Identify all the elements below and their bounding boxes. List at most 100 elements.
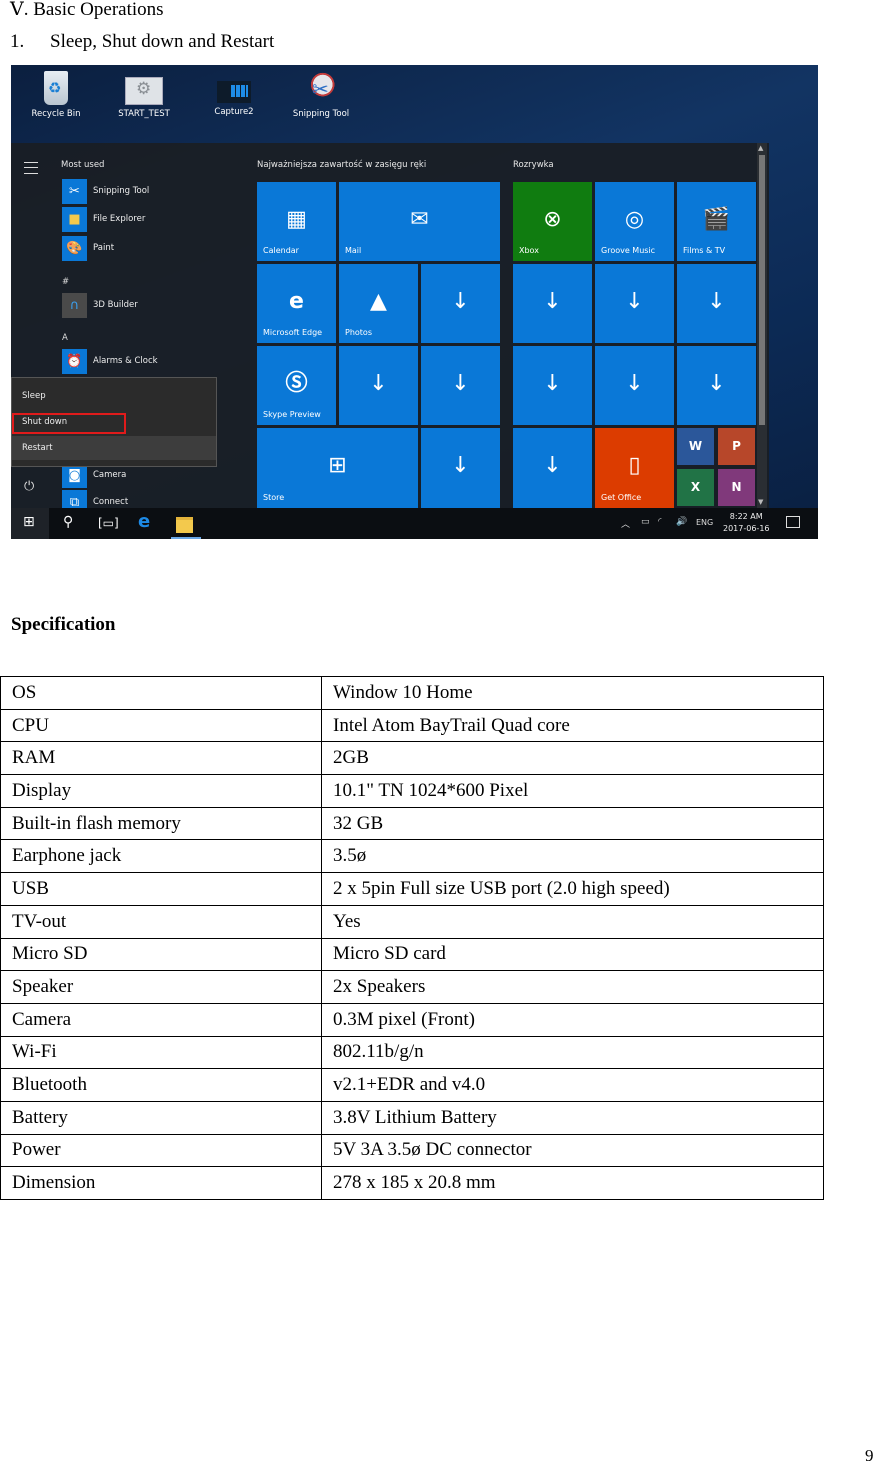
spec-key: CPU [0,708,322,743]
tile-download[interactable]: ↓ [421,428,500,508]
table-row: RAM 2GB [0,741,824,776]
app-item-snipping-tool[interactable]: ✂ Snipping Tool [62,179,242,204]
store-icon: ⊞ [328,453,347,478]
download-icon: ↓ [707,371,726,396]
tile-calendar[interactable]: ▦ Calendar [257,182,336,261]
start-button[interactable]: ⊞ [11,508,49,539]
shut-down-highlight-box [12,413,126,434]
download-icon: ↓ [543,453,562,478]
download-icon: ↓ [625,289,644,314]
subsection-heading: 1. Sleep, Shut down and Restart [10,31,274,53]
table-row: Built-in flash memory 32 GB [0,806,824,841]
app-item-label: Snipping Tool [93,186,150,196]
tile-download[interactable]: ↓ [595,346,674,425]
calendar-icon: ▦ [286,207,307,232]
wifi-icon[interactable]: ◜ [658,517,662,527]
action-center-icon[interactable] [786,516,800,528]
tile-powerpoint[interactable]: P [718,428,755,465]
tile-word[interactable]: W [677,428,714,465]
app-item-label: Connect [93,497,129,507]
language-indicator[interactable]: ENG [696,518,713,527]
tile-microsoft-edge[interactable]: e Microsoft Edge [257,264,336,343]
scrollbar-thumb[interactable] [759,155,765,425]
app-item-paint[interactable]: 🎨 Paint [62,236,242,261]
spec-value: 278 x 185 x 20.8 mm [321,1166,824,1200]
letter-heading-a[interactable]: A [62,333,68,343]
tile-download[interactable]: ↓ [339,346,418,425]
tile-mail[interactable]: ✉ Mail [339,182,500,261]
table-row: Display 10.1" TN 1024*600 Pixel [0,774,824,808]
most-used-label: Most used [61,160,105,170]
tile-group-title-entertainment[interactable]: Rozrywka [513,160,554,170]
show-hidden-icons-chevron-icon[interactable]: ︿ [621,517,630,530]
app-item-label: Alarms & Clock [93,356,158,366]
tile-store[interactable]: ⊞ Store [257,428,418,508]
tile-films-tv[interactable]: 🎬 Films & TV [677,182,756,261]
app-item-label: 3D Builder [93,300,138,310]
tile-download[interactable]: ↓ [421,264,500,343]
tile-group-title-productivity[interactable]: Najważniejsza zawartość w zasięgu ręki [257,160,426,170]
taskbar: ⊞ ⚲ [▭] e ︿ ▭ ◜ 🔊 ENG 8:22 AM 2017-06-16 [11,508,818,539]
spec-key: Built-in flash memory [0,806,322,841]
volume-icon[interactable]: 🔊 [676,517,687,527]
groove-music-icon: ◎ [624,207,645,232]
tile-download[interactable]: ↓ [677,346,756,425]
table-row: Wi-Fi 802.11b/g/n [0,1035,824,1070]
scroll-up-icon[interactable]: ▲ [758,144,763,152]
tile-download[interactable]: ↓ [513,428,592,508]
app-item-label: Paint [93,243,115,253]
tile-get-office[interactable]: ▯ Get Office [595,428,674,508]
download-icon: ↓ [543,289,562,314]
clock-time: 8:22 AM [729,512,763,521]
file-explorer-icon[interactable] [176,517,193,533]
desktop-icon-start-test[interactable]: START_TEST [104,71,184,119]
tile-skype-preview[interactable]: Ⓢ Skype Preview [257,346,336,425]
tile-xbox[interactable]: ⊗ Xbox [513,182,592,261]
spec-value: 2 x 5pin Full size USB port (2.0 high sp… [321,872,824,906]
power-menu-sleep[interactable]: Sleep [12,384,216,408]
battery-icon[interactable]: ▭ [641,517,650,527]
search-icon[interactable]: ⚲ [63,514,73,530]
spec-value: Window 10 Home [321,676,824,710]
edge-icon[interactable]: e [138,511,150,532]
spec-value: 3.5ø [321,839,824,874]
hamburger-menu-icon[interactable] [24,162,38,174]
snipping-tool-icon [304,71,338,105]
folder-icon: ■ [62,207,87,232]
power-menu-restart[interactable]: Restart [12,436,216,460]
subsection-title: Sleep, Shut down and Restart [50,31,275,52]
app-item-3d-builder[interactable]: ∩ 3D Builder [62,293,242,318]
table-row: Camera 0.3M pixel (Front) [0,1002,824,1037]
tile-download[interactable]: ↓ [513,346,592,425]
table-row: Dimension 278 x 185 x 20.8 mm [0,1166,824,1200]
start-menu-scrollbar[interactable]: ▲ ▼ [757,143,767,508]
spec-value: Intel Atom BayTrail Quad core [321,708,824,743]
tile-download[interactable]: ↓ [421,346,500,425]
desktop-icon-snipping-tool[interactable]: Snipping Tool [281,71,361,119]
spec-key: Speaker [0,970,322,1004]
desktop-icon-label: Snipping Tool [292,109,350,119]
spec-value: Yes [321,904,824,939]
desktop-icon-recycle-bin[interactable]: Recycle Bin [16,71,96,119]
task-view-icon[interactable]: [▭] [98,516,119,530]
tile-download[interactable]: ↓ [677,264,756,343]
tile-excel[interactable]: X [677,469,714,506]
app-item-alarms-clock[interactable]: ⏰ Alarms & Clock [62,349,242,374]
power-icon[interactable]: ⏻ [24,479,34,494]
letter-heading-hash[interactable]: # [62,277,69,287]
spec-value: 32 GB [321,806,824,841]
windows-start-menu-screenshot: Recycle Bin START_TEST Capture2 Snipping… [11,65,818,539]
alarm-clock-icon: ⏰ [62,349,87,374]
tile-download[interactable]: ↓ [513,264,592,343]
app-item-file-explorer[interactable]: ■ File Explorer [62,207,242,232]
scroll-down-icon[interactable]: ▼ [758,498,763,506]
spec-key: Earphone jack [0,839,322,874]
table-row: USB 2 x 5pin Full size USB port (2.0 high… [0,872,824,906]
taskbar-clock[interactable]: 8:22 AM 2017-06-16 [723,511,770,535]
tile-photos[interactable]: ▲ Photos [339,264,418,343]
desktop-icon-capture2[interactable]: Capture2 [194,71,274,117]
tile-download[interactable]: ↓ [595,264,674,343]
tile-onenote[interactable]: N [718,469,755,506]
tile-groove-music[interactable]: ◎ Groove Music [595,182,674,261]
table-row: CPU Intel Atom BayTrail Quad core [0,708,824,743]
